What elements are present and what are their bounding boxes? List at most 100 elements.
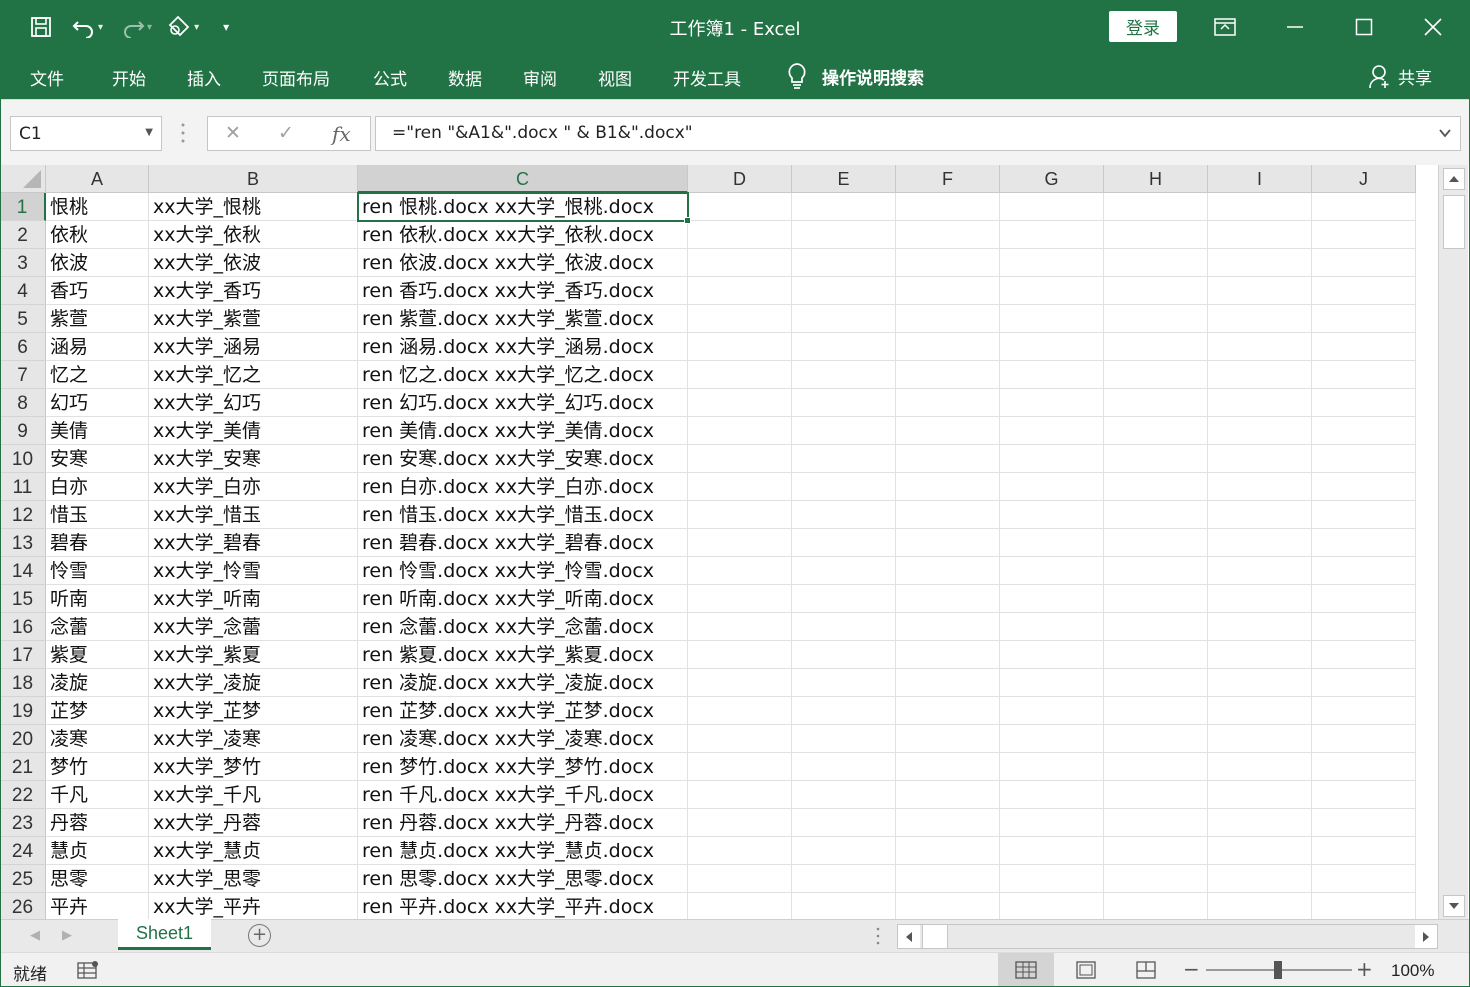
cell-d16[interactable] (688, 613, 792, 641)
cell-i26[interactable] (1208, 893, 1312, 919)
minimize-button[interactable] (1261, 0, 1329, 54)
row-header[interactable]: 19 (0, 697, 46, 725)
formula-input[interactable]: ="ren "&A1&".docx " & B1&".docx" (375, 116, 1461, 151)
cell-e8[interactable] (792, 389, 896, 417)
cell-i23[interactable] (1208, 809, 1312, 837)
cell-j11[interactable] (1312, 473, 1416, 501)
prev-sheet-icon[interactable]: ◀ (30, 928, 40, 943)
cell-b7[interactable]: xx大学_忆之 (149, 361, 358, 389)
fill-handle[interactable] (684, 217, 691, 224)
add-sheet-button[interactable]: + (248, 924, 271, 947)
cell-b25[interactable]: xx大学_思零 (149, 865, 358, 893)
macro-recording-icon[interactable] (77, 960, 99, 980)
cell-i16[interactable] (1208, 613, 1312, 641)
cell-i9[interactable] (1208, 417, 1312, 445)
tell-me-search[interactable]: 操作说明搜索 (786, 62, 924, 90)
cell-j21[interactable] (1312, 753, 1416, 781)
row-header[interactable]: 17 (0, 641, 46, 669)
cell-a19[interactable]: 芷梦 (46, 697, 149, 725)
cell-f22[interactable] (896, 781, 1000, 809)
cell-d13[interactable] (688, 529, 792, 557)
cell-c25[interactable]: ren 思零.docx xx大学_思零.docx (358, 865, 688, 893)
cell-c8[interactable]: ren 幻巧.docx xx大学_幻巧.docx (358, 389, 688, 417)
cell-d7[interactable] (688, 361, 792, 389)
next-sheet-icon[interactable]: ▶ (62, 928, 72, 943)
cell-h13[interactable] (1104, 529, 1208, 557)
cell-d4[interactable] (688, 277, 792, 305)
cell-a13[interactable]: 碧春 (46, 529, 149, 557)
cell-a25[interactable]: 思零 (46, 865, 149, 893)
cell-d8[interactable] (688, 389, 792, 417)
cell-h23[interactable] (1104, 809, 1208, 837)
cell-g4[interactable] (1000, 277, 1104, 305)
enter-icon[interactable]: ✓ (278, 122, 294, 144)
cell-g13[interactable] (1000, 529, 1104, 557)
cell-e1[interactable] (792, 193, 896, 221)
cell-c23[interactable]: ren 丹蓉.docx xx大学_丹蓉.docx (358, 809, 688, 837)
cell-e7[interactable] (792, 361, 896, 389)
cell-j20[interactable] (1312, 725, 1416, 753)
cell-c1[interactable]: ren 恨桃.docx xx大学_恨桃.docx (358, 193, 688, 221)
column-header-f[interactable]: F (896, 165, 1000, 193)
login-button[interactable]: 登录 (1109, 11, 1177, 42)
cell-e11[interactable] (792, 473, 896, 501)
cell-h21[interactable] (1104, 753, 1208, 781)
column-header-h[interactable]: H (1104, 165, 1208, 193)
scroll-up-button[interactable] (1443, 168, 1465, 190)
cell-j3[interactable] (1312, 249, 1416, 277)
cell-b1[interactable]: xx大学_恨桃 (149, 193, 358, 221)
cell-d19[interactable] (688, 697, 792, 725)
cell-e20[interactable] (792, 725, 896, 753)
cell-i3[interactable] (1208, 249, 1312, 277)
row-header[interactable]: 7 (0, 361, 46, 389)
column-header-b[interactable]: B (149, 165, 358, 193)
cell-h20[interactable] (1104, 725, 1208, 753)
cell-j22[interactable] (1312, 781, 1416, 809)
cell-d5[interactable] (688, 305, 792, 333)
expand-formula-bar-icon[interactable] (1438, 126, 1452, 140)
cell-g11[interactable] (1000, 473, 1104, 501)
cell-d17[interactable] (688, 641, 792, 669)
name-box[interactable]: C1 ▼ (10, 116, 162, 151)
cell-d18[interactable] (688, 669, 792, 697)
cell-f8[interactable] (896, 389, 1000, 417)
column-header-i[interactable]: I (1208, 165, 1312, 193)
cell-f4[interactable] (896, 277, 1000, 305)
cell-b6[interactable]: xx大学_涵易 (149, 333, 358, 361)
cell-i13[interactable] (1208, 529, 1312, 557)
cell-i8[interactable] (1208, 389, 1312, 417)
cell-c3[interactable]: ren 依波.docx xx大学_依波.docx (358, 249, 688, 277)
cell-b5[interactable]: xx大学_紫萱 (149, 305, 358, 333)
cell-c17[interactable]: ren 紫夏.docx xx大学_紫夏.docx (358, 641, 688, 669)
cell-h24[interactable] (1104, 837, 1208, 865)
cell-b23[interactable]: xx大学_丹蓉 (149, 809, 358, 837)
cell-f20[interactable] (896, 725, 1000, 753)
cell-d22[interactable] (688, 781, 792, 809)
cell-a24[interactable]: 慧贞 (46, 837, 149, 865)
horizontal-scroll-thumb[interactable] (922, 925, 948, 948)
cell-e3[interactable] (792, 249, 896, 277)
cell-h5[interactable] (1104, 305, 1208, 333)
cell-f16[interactable] (896, 613, 1000, 641)
row-header[interactable]: 2 (0, 221, 46, 249)
cell-e16[interactable] (792, 613, 896, 641)
cell-c26[interactable]: ren 平卉.docx xx大学_平卉.docx (358, 893, 688, 919)
cell-g6[interactable] (1000, 333, 1104, 361)
row-header[interactable]: 13 (0, 529, 46, 557)
cell-d23[interactable] (688, 809, 792, 837)
cell-c10[interactable]: ren 安寒.docx xx大学_安寒.docx (358, 445, 688, 473)
cell-a4[interactable]: 香巧 (46, 277, 149, 305)
row-header[interactable]: 26 (0, 893, 46, 919)
cell-f6[interactable] (896, 333, 1000, 361)
cell-j2[interactable] (1312, 221, 1416, 249)
cell-i2[interactable] (1208, 221, 1312, 249)
row-header[interactable]: 8 (0, 389, 46, 417)
cell-h14[interactable] (1104, 557, 1208, 585)
normal-view-button[interactable] (998, 953, 1054, 987)
row-header[interactable]: 23 (0, 809, 46, 837)
cell-c13[interactable]: ren 碧春.docx xx大学_碧春.docx (358, 529, 688, 557)
row-header[interactable]: 5 (0, 305, 46, 333)
cell-a14[interactable]: 怜雪 (46, 557, 149, 585)
cell-b26[interactable]: xx大学_平卉 (149, 893, 358, 919)
cell-h1[interactable] (1104, 193, 1208, 221)
